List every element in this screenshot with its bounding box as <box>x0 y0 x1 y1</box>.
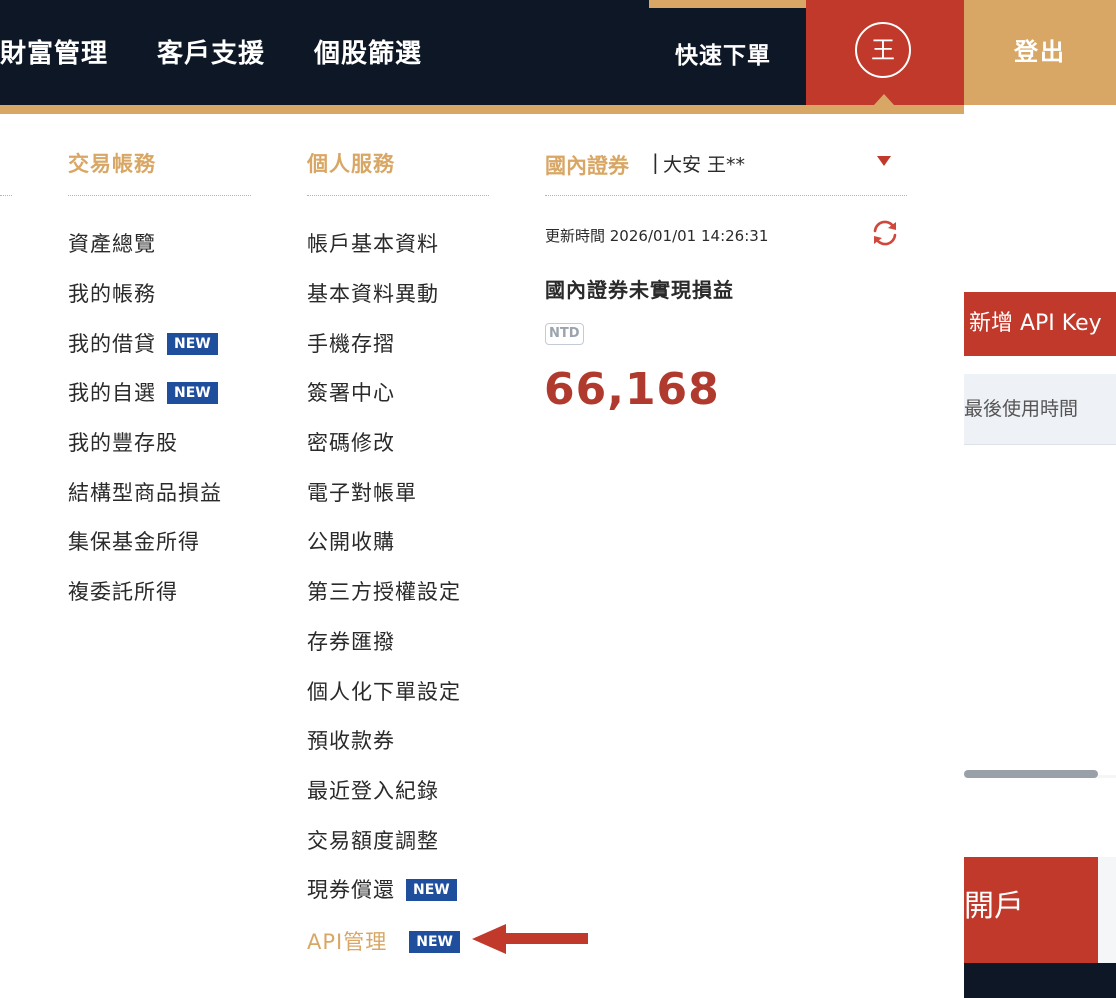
account-name: 大安 王** <box>663 154 746 176</box>
menu-item-api-management[interactable]: API管理 NEW <box>307 926 460 956</box>
menu-item-mobile-passbook[interactable]: 手機存摺 <box>307 328 395 358</box>
new-badge: NEW <box>406 879 457 901</box>
background-header-area <box>964 105 1116 293</box>
unrealized-pl-title: 國內證券未實現損益 <box>545 278 734 302</box>
column-divider <box>0 195 12 196</box>
new-badge: NEW <box>409 931 460 953</box>
menu-item-tender-offer[interactable]: 公開收購 <box>307 526 395 556</box>
menu-item-sub-brokerage-income[interactable]: 複委託所得 <box>68 576 178 606</box>
pointer-arrow-icon <box>472 924 588 954</box>
menu-item-info-change[interactable]: 基本資料異動 <box>307 278 439 308</box>
menu-item-my-account[interactable]: 我的帳務 <box>68 278 156 308</box>
background-table-body <box>964 445 1116 775</box>
menu-item-fund-income[interactable]: 集保基金所得 <box>68 526 200 556</box>
account-type-label: 國內證券 <box>545 154 629 178</box>
personal-column-title: 個人服務 <box>307 152 395 176</box>
menu-item-signing-center[interactable]: 簽署中心 <box>307 377 395 407</box>
menu-item-order-settings[interactable]: 個人化下單設定 <box>307 676 461 706</box>
currency-badge: NTD <box>545 323 584 345</box>
trading-column-title: 交易帳務 <box>68 152 156 176</box>
add-api-key-button[interactable]: 新增 API Key <box>964 292 1116 356</box>
unrealized-pl-value: 66,168 <box>544 364 720 415</box>
menu-item-stock-savings[interactable]: 我的豐存股 <box>68 427 178 457</box>
menu-item-password-change[interactable]: 密碼修改 <box>307 427 395 457</box>
menu-item-third-party-auth[interactable]: 第三方授權設定 <box>307 576 461 606</box>
nav-customer-support[interactable]: 客戶支援 <box>157 33 265 70</box>
nav-wealth-management[interactable]: 財富管理 <box>0 33 108 70</box>
horizontal-scrollbar[interactable] <box>964 770 1098 778</box>
menu-item-label: 我的自選 <box>68 381 156 405</box>
nav-stock-screener[interactable]: 個股篩選 <box>314 33 422 70</box>
menu-item-stock-repayment[interactable]: 現券償還 NEW <box>307 874 457 904</box>
user-menu-button[interactable]: 王 <box>806 0 964 105</box>
menu-item-account-info[interactable]: 帳戶基本資料 <box>307 228 439 258</box>
account-select-chevron-down-icon[interactable] <box>877 156 891 166</box>
nav-active-indicator <box>649 0 806 8</box>
menu-item-e-statement[interactable]: 電子對帳單 <box>307 477 417 507</box>
dropdown-top-border <box>0 105 964 114</box>
logout-button[interactable]: 登出 <box>964 0 1116 105</box>
personal-column-divider <box>307 195 489 196</box>
menu-item-asset-overview[interactable]: 資產總覽 <box>68 228 156 258</box>
trading-column-divider <box>68 195 251 196</box>
menu-item-my-watchlist[interactable]: 我的自選 NEW <box>68 377 218 407</box>
background-gap <box>964 356 1116 374</box>
new-badge: NEW <box>167 382 218 404</box>
update-time: 更新時間 2026/01/01 14:26:31 <box>545 227 769 245</box>
new-badge: NEW <box>167 333 218 355</box>
menu-item-my-loans[interactable]: 我的借貸 NEW <box>68 328 218 358</box>
menu-item-label: 我的借貸 <box>68 332 156 356</box>
avatar[interactable]: 王 <box>855 22 911 78</box>
quick-order-link[interactable]: 快速下單 <box>675 36 771 70</box>
background-footer <box>964 963 1116 998</box>
menu-item-securities-transfer[interactable]: 存券匯撥 <box>307 626 395 656</box>
account-divider <box>545 195 907 196</box>
menu-item-prepayment[interactable]: 預收款券 <box>307 725 395 755</box>
dropdown-caret-icon <box>874 94 894 105</box>
menu-item-login-history[interactable]: 最近登入紀錄 <box>307 775 439 805</box>
background-spacer <box>964 778 1116 857</box>
menu-item-label: 現券償還 <box>307 878 395 902</box>
account-separator: | <box>652 150 659 174</box>
menu-item-structured-products[interactable]: 結構型商品損益 <box>68 477 222 507</box>
open-account-banner[interactable]: 開戶 <box>964 857 1098 963</box>
menu-item-label: API管理 <box>307 930 388 954</box>
last-used-column-header: 最後使用時間 <box>964 374 1116 445</box>
refresh-icon[interactable] <box>870 218 900 248</box>
menu-item-trading-limit[interactable]: 交易額度調整 <box>307 825 439 855</box>
